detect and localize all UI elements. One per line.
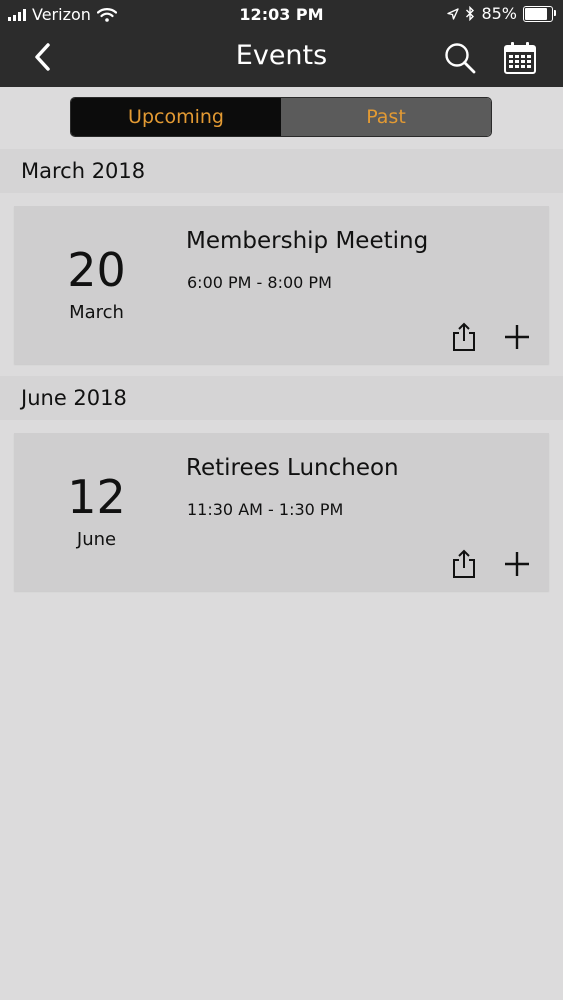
event-month: March [69,302,124,323]
event-time: 6:00 PM - 8:00 PM [187,273,332,292]
event-day: 20 [67,243,126,297]
event-month: June [76,529,117,550]
nav-bar: Events [0,30,563,87]
status-right: 85% [447,4,556,23]
bluetooth-icon [466,6,475,21]
event-day: 12 [67,470,126,524]
tab-upcoming[interactable]: Upcoming [71,98,281,136]
events-filter-segment: Upcoming Past [70,97,492,137]
location-arrow-icon [447,7,460,20]
share-icon[interactable] [451,549,477,579]
event-time: 11:30 AM - 1:30 PM [187,500,344,519]
search-icon[interactable] [442,40,478,76]
tab-past[interactable]: Past [281,98,491,136]
event-title: Retirees Luncheon [186,455,399,481]
top-bar: Verizon 12:03 PM 85% Events [0,0,563,87]
page-title: Events [235,40,328,71]
month-header: March 2018 [0,149,563,193]
event-title: Membership Meeting [186,228,429,254]
battery-percent: 85% [481,4,517,23]
battery-fill [525,7,548,20]
share-icon[interactable] [451,322,477,352]
event-card[interactable]: 12 June Retirees Luncheon 11:30 AM - 1:3… [14,433,549,591]
add-to-calendar-icon[interactable] [504,324,530,350]
month-header: June 2018 [0,376,563,420]
status-bar: Verizon 12:03 PM 85% [0,0,563,30]
event-card[interactable]: 20 March Membership Meeting 6:00 PM - 8:… [14,206,549,364]
battery-icon [523,5,556,22]
add-to-calendar-icon[interactable] [504,551,530,577]
calendar-icon[interactable] [502,40,538,76]
